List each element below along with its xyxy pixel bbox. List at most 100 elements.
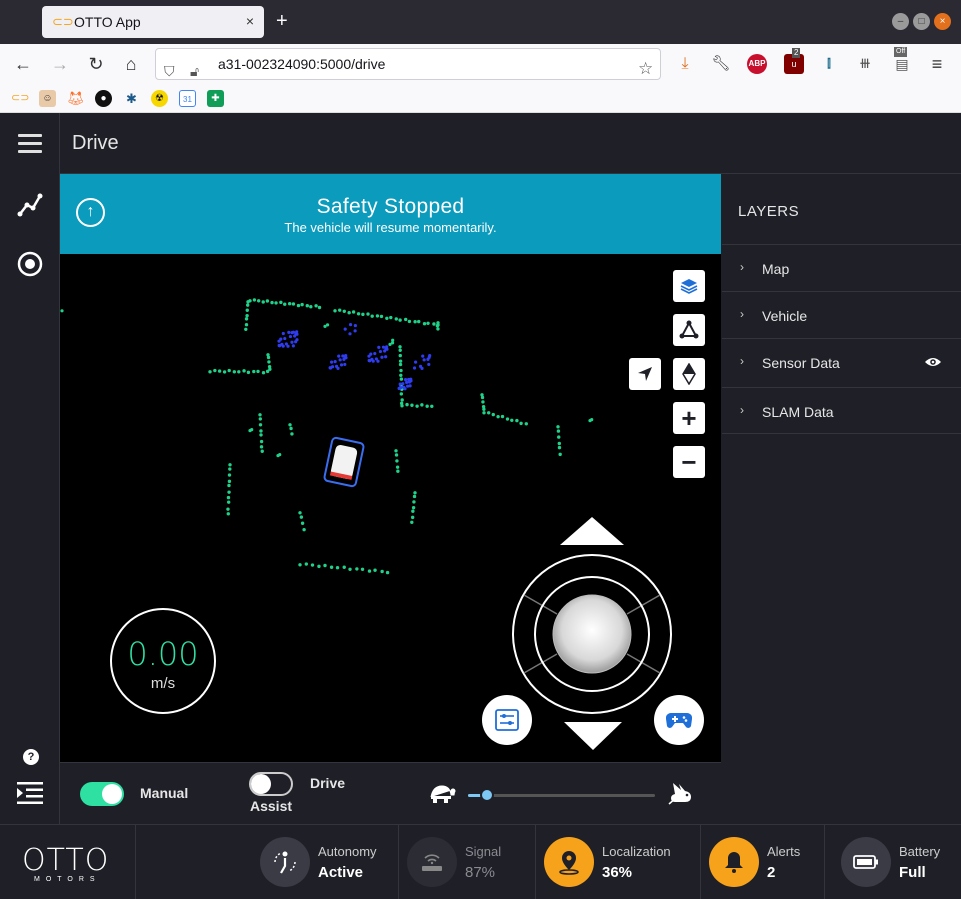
gamepad-button[interactable]	[654, 695, 704, 745]
bookmark-sheets-icon[interactable]: ✚	[207, 90, 224, 107]
tab-close-icon[interactable]: ×	[246, 13, 254, 29]
lidar-point	[398, 318, 402, 322]
shield-icon[interactable]: ⛉	[164, 56, 175, 86]
layer-item-sensor-data[interactable]: › Sensor Data	[722, 338, 961, 385]
back-arrow-icon[interactable]: ←	[12, 54, 34, 75]
eye-visibility-icon[interactable]	[924, 356, 942, 368]
zoom-in-icon[interactable]: +	[673, 402, 705, 434]
lidar-point	[298, 563, 302, 567]
lidar-point	[335, 565, 340, 570]
download-icon[interactable]: ⤓	[675, 54, 695, 74]
menu-icon[interactable]: ≡	[927, 54, 947, 74]
lidar-point	[385, 347, 389, 351]
bookmark-calendar-icon[interactable]: 31	[179, 90, 196, 107]
target-drive-icon[interactable]	[17, 251, 43, 277]
map-view[interactable]: + − 0.00 m/s	[60, 254, 721, 762]
layers-stack-icon[interactable]	[673, 270, 705, 302]
signal-label: Signal	[465, 844, 502, 859]
joystick-control[interactable]	[512, 516, 672, 752]
lidar-point	[338, 308, 342, 312]
hamburger-menu-icon[interactable]	[18, 134, 42, 153]
speed-limit-slider[interactable]	[468, 788, 655, 802]
lidar-point	[375, 314, 380, 318]
zoom-out-icon[interactable]: −	[673, 446, 705, 478]
slider-thumb[interactable]	[479, 788, 494, 802]
lidar-point	[291, 302, 296, 306]
bookmark-star-icon[interactable]: ☆	[638, 54, 653, 84]
lidar-point	[279, 300, 283, 305]
status-battery[interactable]: Battery Full	[824, 825, 961, 899]
reload-icon[interactable]: ↻	[85, 54, 107, 75]
lidar-point	[432, 322, 436, 326]
lidar-point	[259, 429, 263, 433]
bookmark-radiation-icon[interactable]: ☢	[151, 90, 168, 107]
off-extension-icon[interactable]: ▤ Off	[892, 47, 912, 74]
bookmark-github-icon[interactable]: ●	[95, 90, 112, 107]
vehicle-marker-icon	[323, 436, 365, 488]
lidar-point	[258, 423, 263, 427]
fence-extension-icon[interactable]: ⧻	[855, 54, 875, 74]
browser-titlebar: ⊂⊃ OTTO App × + – □ ×	[0, 0, 961, 44]
home-icon[interactable]: ⌂	[120, 54, 142, 75]
forward-arrow-icon[interactable]: →	[49, 54, 71, 75]
locate-vehicle-icon[interactable]	[629, 358, 661, 390]
url-bar[interactable]: ⛉ 🔓︎ a31-002324090:5000/drive ☆	[155, 48, 661, 80]
lidar-point	[329, 565, 334, 569]
maximize-button[interactable]: □	[913, 13, 930, 30]
wrench-icon[interactable]: 🔧︎	[711, 54, 731, 74]
minimize-button[interactable]: –	[892, 13, 909, 30]
lidar-point	[410, 520, 414, 524]
lidar-point	[267, 360, 271, 364]
layer-label: Sensor Data	[762, 355, 840, 371]
status-autonomy[interactable]: Autonomy Active	[252, 825, 398, 899]
layer-item-slam-data[interactable]: › SLAM Data	[722, 387, 961, 434]
lidar-point	[399, 392, 404, 396]
lidar-point	[317, 564, 321, 569]
insecure-lock-icon[interactable]: 🔓︎	[190, 56, 199, 86]
lidar-point	[228, 463, 232, 467]
layer-item-vehicle[interactable]: › Vehicle	[722, 291, 961, 338]
bookmark-avatar-icon[interactable]: ☺	[39, 90, 56, 107]
lidar-point	[430, 404, 434, 408]
lidar-point	[314, 304, 318, 308]
help-icon[interactable]: ?	[23, 749, 39, 765]
lidar-point	[410, 515, 415, 520]
lidar-point	[380, 355, 384, 359]
extension-tool-icon[interactable]: ⫿	[819, 54, 839, 74]
route-icon[interactable]	[17, 192, 43, 218]
layer-item-map[interactable]: › Map	[722, 244, 961, 291]
drive-assist-toggle[interactable]	[249, 772, 293, 796]
lidar-point	[505, 417, 510, 421]
lidar-point	[515, 418, 519, 423]
drive-settings-button[interactable]	[482, 695, 532, 745]
manual-toggle[interactable]	[80, 782, 124, 806]
signal-router-icon	[407, 837, 457, 887]
lidar-point	[381, 345, 386, 349]
lidar-point	[373, 568, 377, 572]
autonomy-value: Active	[318, 864, 364, 881]
status-signal[interactable]: Signal 87%	[398, 825, 535, 899]
close-window-button[interactable]: ×	[934, 13, 951, 30]
adblock-icon[interactable]: ABP	[747, 54, 767, 74]
new-tab-button[interactable]: +	[276, 10, 288, 33]
graph-nodes-icon[interactable]	[673, 314, 705, 346]
bookmark-otto-icon[interactable]: ⊂⊃	[11, 90, 29, 107]
otto-app: ? Drive ↑ Safety Stopped The vehicle wil…	[0, 113, 961, 899]
expand-menu-icon[interactable]	[16, 781, 44, 805]
compass-icon[interactable]	[673, 358, 705, 390]
lidar-point	[309, 304, 313, 309]
lidar-point	[377, 345, 381, 349]
drive-control-bar: Manual Drive Assist	[60, 762, 721, 824]
ublock-badge: 2	[792, 48, 801, 58]
ublock-icon[interactable]: u 2	[784, 48, 804, 74]
status-localization[interactable]: Localization 36%	[535, 825, 696, 899]
bookmark-gitlab-icon[interactable]: 🦊︎	[67, 90, 85, 107]
lidar-point	[222, 370, 227, 374]
lidar-point	[353, 329, 357, 333]
lidar-point	[379, 314, 384, 319]
status-alerts[interactable]: Alerts 2	[700, 825, 824, 899]
lidar-point	[425, 404, 429, 408]
lidar-point	[227, 368, 231, 373]
bookmark-tool-icon[interactable]: ✱	[123, 90, 140, 107]
browser-tab[interactable]: ⊂⊃ OTTO App ×	[42, 6, 264, 38]
